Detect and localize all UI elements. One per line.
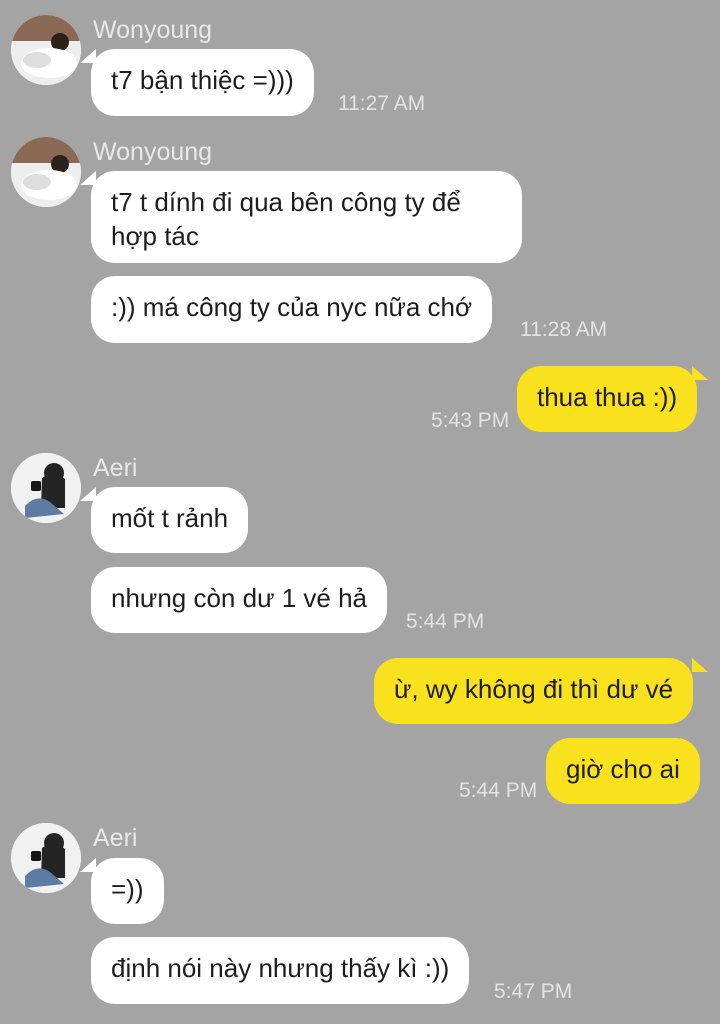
- chat-thread[interactable]: Wonyoung t7 bận thiệc =))) 11:27 AM Wony…: [0, 0, 720, 1024]
- message-bubble[interactable]: :)) má công ty của nyc nữa chớ: [91, 276, 493, 343]
- aeri-avatar[interactable]: [11, 453, 81, 523]
- message-time: 11:27 AM: [338, 92, 426, 115]
- message-bubble[interactable]: t7 bận thiệc =))): [91, 49, 314, 116]
- message-time: 5:44 PM: [406, 610, 485, 633]
- message-time: 5:43 PM: [431, 409, 510, 432]
- message-bubble[interactable]: định nói này nhưng thấy kì :)): [91, 937, 470, 1004]
- avatar-photo-icon: [11, 823, 81, 893]
- wonyoung-avatar[interactable]: [11, 137, 81, 207]
- avatar-photo-icon: [11, 453, 81, 523]
- avatar-photo-icon: [11, 15, 81, 85]
- message-bubble[interactable]: =)): [91, 858, 164, 924]
- sender-name: Aeri: [93, 454, 138, 482]
- sender-name: Aeri: [93, 824, 138, 852]
- message-time: 5:47 PM: [494, 980, 573, 1003]
- message-bubble[interactable]: thua thua :)): [517, 366, 698, 432]
- message-bubble[interactable]: giờ cho ai: [546, 738, 700, 804]
- bubble-tail: [692, 658, 708, 672]
- wonyoung-avatar[interactable]: [11, 15, 81, 85]
- sender-name: Wonyoung: [93, 16, 213, 44]
- message-bubble[interactable]: nhưng còn dư 1 vé hả: [91, 567, 387, 633]
- bubble-tail: [692, 366, 708, 380]
- message-bubble[interactable]: ừ, wy không đi thì dư vé: [374, 658, 694, 724]
- message-bubble[interactable]: mốt t rảnh: [91, 487, 249, 553]
- aeri-avatar[interactable]: [11, 823, 81, 893]
- message-time: 11:28 AM: [520, 318, 608, 341]
- sender-name: Wonyoung: [93, 138, 213, 166]
- message-time: 5:44 PM: [459, 779, 538, 802]
- message-bubble[interactable]: t7 t dính đi qua bên công ty để hợp tác: [91, 171, 522, 263]
- avatar-photo-icon: [11, 137, 81, 207]
